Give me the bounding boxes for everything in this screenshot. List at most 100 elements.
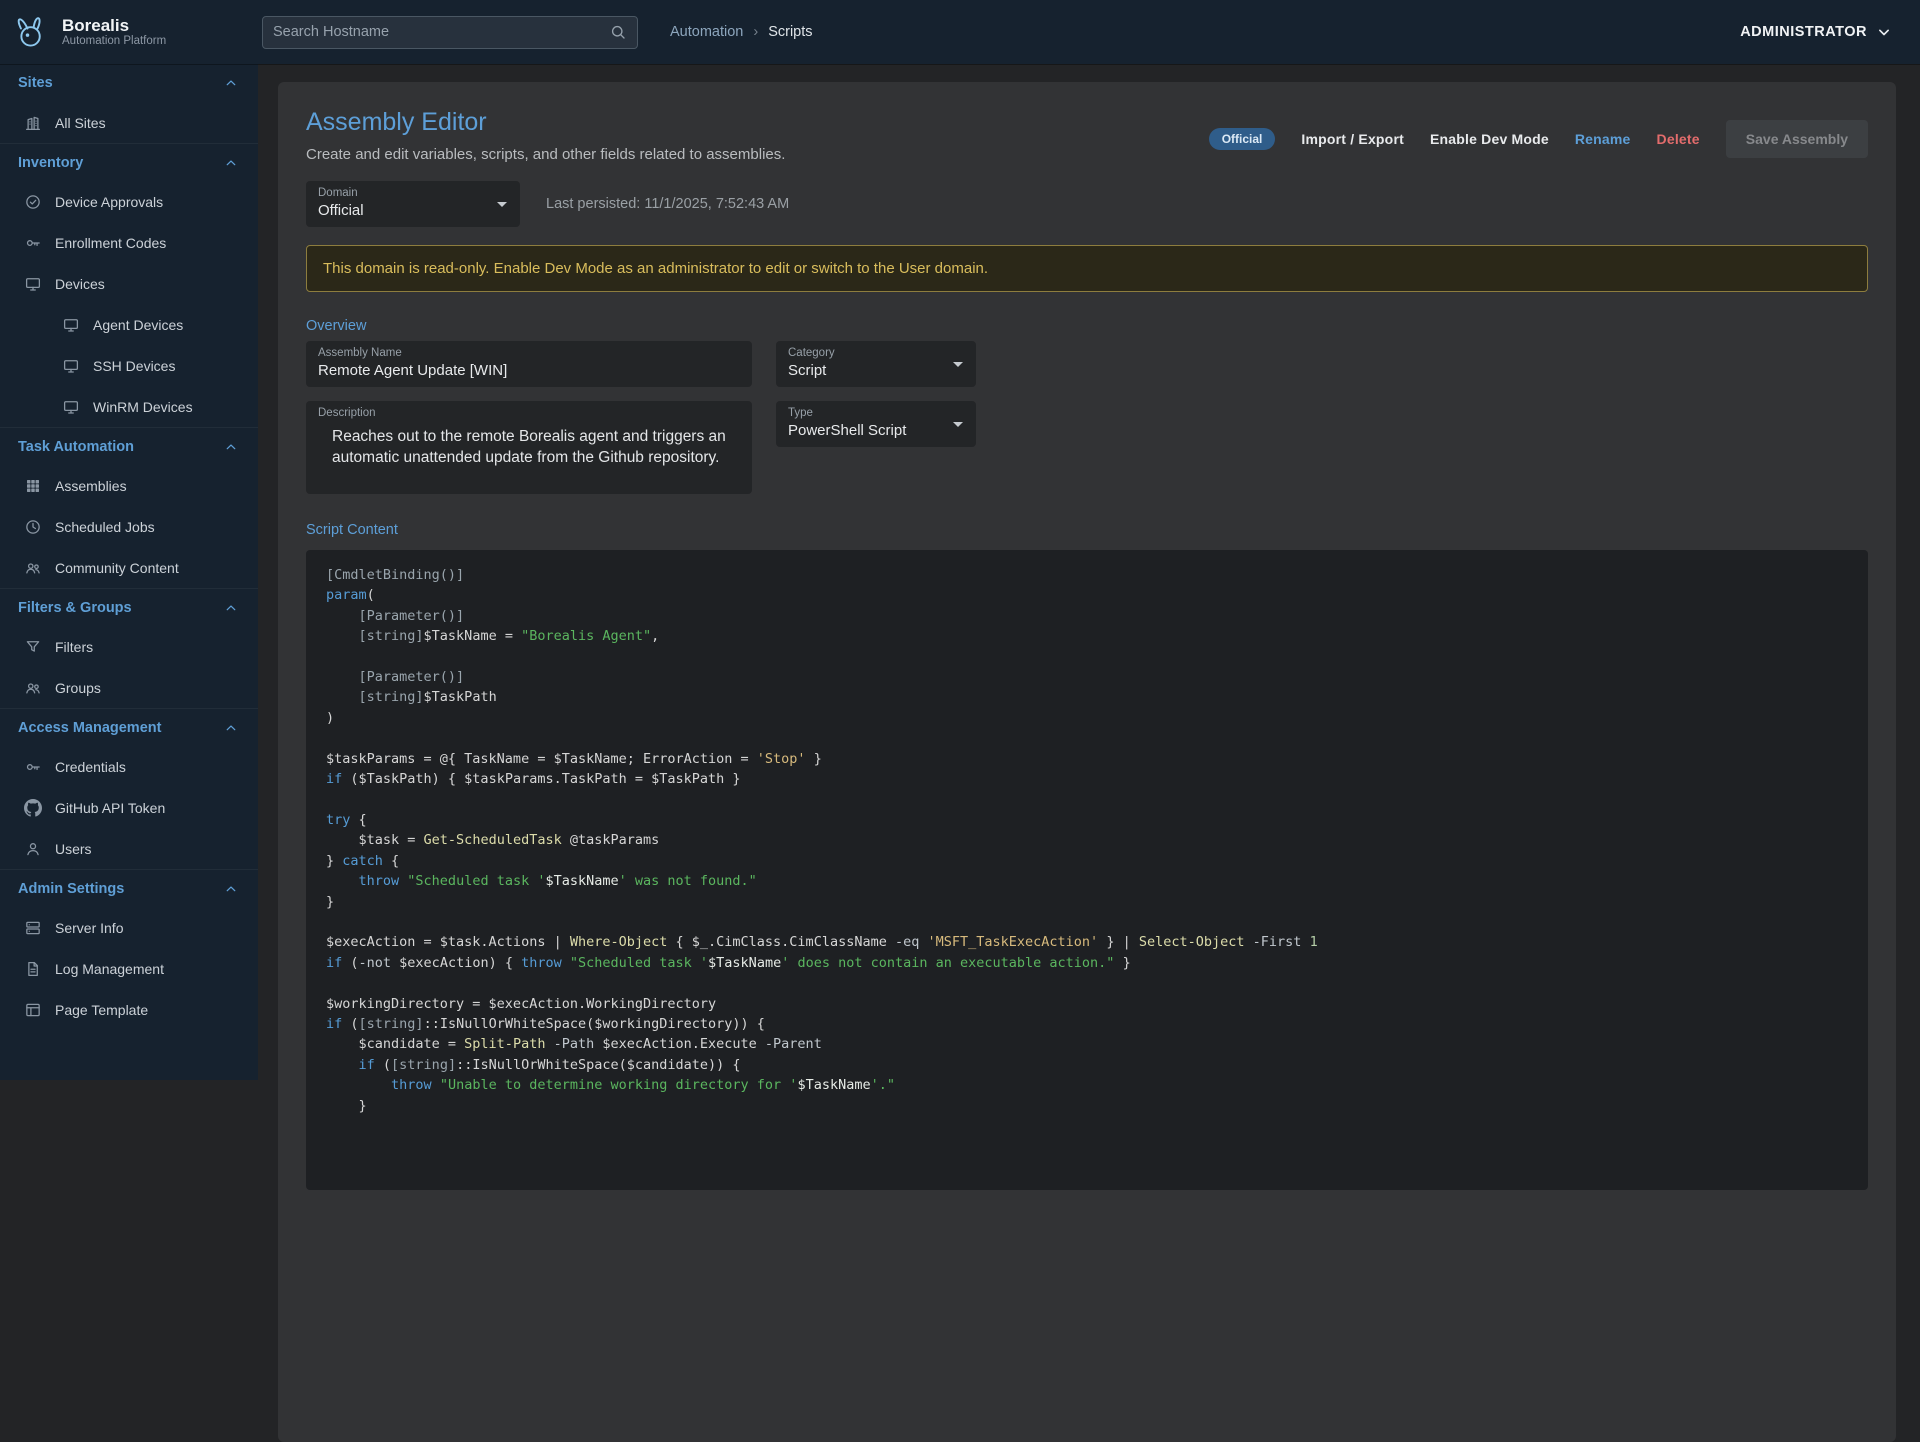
people-icon: [24, 679, 42, 697]
sidebar-item-github-api-token[interactable]: GitHub API Token: [0, 787, 258, 828]
sidebar-item-filters[interactable]: Filters: [0, 626, 258, 667]
sidebar-item-server-info[interactable]: Server Info: [0, 907, 258, 948]
type-select-label: Type: [788, 407, 962, 419]
sidebar-item-device-approvals[interactable]: Device Approvals: [0, 181, 258, 222]
description-field[interactable]: Description Reaches out to the remote Bo…: [306, 401, 752, 494]
code-line: $workingDirectory = $execAction.WorkingD…: [326, 994, 1848, 1014]
sidebar-item-enrollment-codes[interactable]: Enrollment Codes: [0, 222, 258, 263]
code-line: }: [326, 1096, 1848, 1116]
sidebar-item-agent-devices[interactable]: Agent Devices: [0, 304, 258, 345]
sidebar-item-groups[interactable]: Groups: [0, 667, 258, 708]
code-line: if ([string]::IsNullOrWhiteSpace($candid…: [326, 1055, 1848, 1075]
people-icon: [24, 559, 42, 577]
rename-button[interactable]: Rename: [1575, 131, 1631, 147]
domain-select[interactable]: Domain Official: [306, 181, 520, 227]
code-line: [string]$TaskPath: [326, 687, 1848, 707]
code-line: $execAction = $task.Actions | Where-Obje…: [326, 932, 1848, 952]
section-label: Sites: [18, 75, 53, 91]
sidebar-section-sites[interactable]: Sites: [0, 64, 258, 102]
monitor-icon: [24, 275, 42, 293]
server-icon: [24, 919, 42, 937]
code-line: ): [326, 708, 1848, 728]
code-line: $taskParams = @{ TaskName = $TaskName; E…: [326, 749, 1848, 769]
user-menu[interactable]: ADMINISTRATOR: [1740, 22, 1894, 42]
brand-subtitle: Automation Platform: [62, 35, 166, 48]
sidebar-item-scheduled-jobs[interactable]: Scheduled Jobs: [0, 506, 258, 547]
sidebar-section-task-automation[interactable]: Task Automation: [0, 427, 258, 465]
code-line: }: [326, 892, 1848, 912]
code-line: [CmdletBinding()]: [326, 565, 1848, 585]
monitor-icon: [62, 357, 80, 375]
assembly-name-field[interactable]: Assembly Name: [306, 341, 752, 387]
breadcrumb-scripts[interactable]: Scripts: [768, 24, 812, 40]
key-icon: [24, 234, 42, 252]
page-subtitle: Create and edit variables, scripts, and …: [306, 146, 785, 163]
code-line: [326, 789, 1848, 809]
overview-section-label: Overview: [306, 318, 1868, 334]
sidebar-item-devices[interactable]: Devices: [0, 263, 258, 304]
last-persisted-text: Last persisted: 11/1/2025, 7:52:43 AM: [546, 196, 789, 212]
clock-icon: [24, 518, 42, 536]
sidebar-item-winrm-devices[interactable]: WinRM Devices: [0, 386, 258, 427]
category-select[interactable]: Category Script: [776, 341, 976, 387]
github-icon: [24, 799, 42, 817]
breadcrumb-automation[interactable]: Automation: [670, 24, 743, 40]
category-select-label: Category: [788, 347, 962, 359]
approval-icon: [24, 193, 42, 211]
key-icon: [24, 758, 42, 776]
delete-button[interactable]: Delete: [1657, 131, 1700, 147]
sidebar-section-access-management[interactable]: Access Management: [0, 708, 258, 746]
type-select[interactable]: Type PowerShell Script: [776, 401, 976, 447]
enable-dev-mode-button[interactable]: Enable Dev Mode: [1430, 131, 1549, 147]
log-icon: [24, 960, 42, 978]
sidebar-item-assemblies[interactable]: Assemblies: [0, 465, 258, 506]
code-line: $task = Get-ScheduledTask @taskParams: [326, 830, 1848, 850]
sidebar-item-ssh-devices[interactable]: SSH Devices: [0, 345, 258, 386]
dropdown-caret-icon: [497, 202, 507, 207]
sidebar-item-credentials[interactable]: Credentials: [0, 746, 258, 787]
sidebar-item-community-content[interactable]: Community Content: [0, 547, 258, 588]
import-export-button[interactable]: Import / Export: [1301, 131, 1404, 147]
description-label: Description: [318, 407, 732, 419]
sidebar: Sites All Sites Inventory Device ApprovalsE…: [0, 64, 258, 1080]
sidebar-item-log-management[interactable]: Log Management: [0, 948, 258, 989]
sidebar-item-users[interactable]: Users: [0, 828, 258, 869]
top-bar: Borealis Automation Platform Automation …: [0, 0, 1920, 64]
code-line: if (-not $execAction) { throw "Scheduled…: [326, 953, 1848, 973]
code-line: if ([string]::IsNullOrWhiteSpace($workin…: [326, 1014, 1848, 1034]
code-line: $candidate = Split-Path -Path $execActio…: [326, 1034, 1848, 1054]
chevron-up-icon: [222, 719, 240, 737]
user-icon: [24, 840, 42, 858]
sidebar-item-all-sites[interactable]: All Sites: [0, 102, 258, 143]
sidebar-item-page-template[interactable]: Page Template: [0, 989, 258, 1030]
script-content-editor[interactable]: [CmdletBinding()]param( [Parameter()] [s…: [306, 550, 1868, 1190]
category-select-value: Script: [788, 362, 962, 379]
sidebar-section-admin-settings[interactable]: Admin Settings: [0, 869, 258, 907]
breadcrumb-separator-icon: ›: [753, 24, 758, 40]
search-input[interactable]: [273, 24, 609, 40]
borealis-logo-icon: [10, 11, 52, 53]
domain-select-label: Domain: [318, 187, 506, 199]
section-label: Filters & Groups: [18, 600, 132, 616]
save-assembly-button[interactable]: Save Assembly: [1726, 120, 1868, 158]
sidebar-section-filters-groups[interactable]: Filters & Groups: [0, 588, 258, 626]
breadcrumb: Automation › Scripts: [670, 24, 813, 40]
assembly-name-label: Assembly Name: [318, 347, 738, 359]
section-label: Inventory: [18, 155, 83, 171]
user-menu-label: ADMINISTRATOR: [1740, 24, 1867, 40]
building-icon: [24, 114, 42, 132]
section-label: Admin Settings: [18, 881, 124, 897]
script-content-label: Script Content: [306, 522, 1868, 538]
search-box[interactable]: [262, 16, 638, 49]
code-line: [string]$TaskName = "Borealis Agent",: [326, 626, 1848, 646]
page-title: Assembly Editor: [306, 108, 785, 137]
code-line: [326, 728, 1848, 748]
editor-actions: Official Import / Export Enable Dev Mode…: [1209, 120, 1868, 158]
code-line: [326, 912, 1848, 932]
sidebar-section-inventory[interactable]: Inventory: [0, 143, 258, 181]
assembly-name-input[interactable]: [318, 362, 738, 379]
grid-icon: [24, 477, 42, 495]
code-line: [Parameter()]: [326, 606, 1848, 626]
domain-select-value: Official: [318, 202, 506, 219]
chevron-up-icon: [222, 154, 240, 172]
